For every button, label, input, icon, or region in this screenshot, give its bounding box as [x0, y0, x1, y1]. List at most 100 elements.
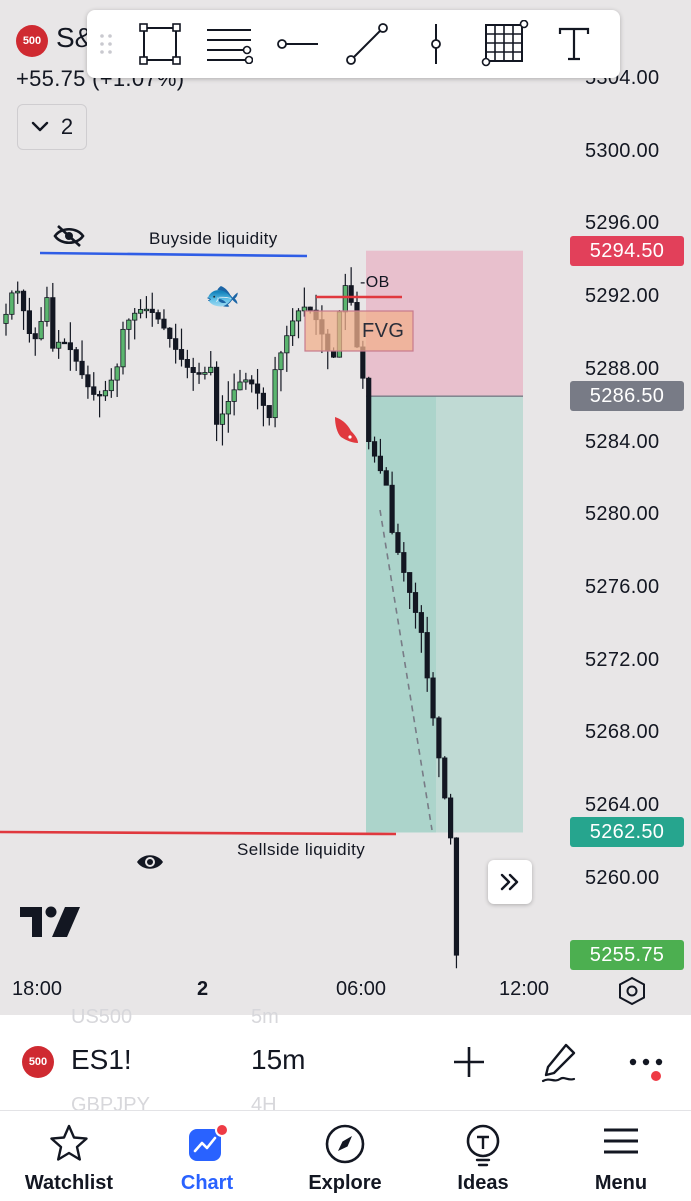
- sellside-liquidity-line: [0, 830, 397, 836]
- rectangle-icon[interactable]: [125, 10, 194, 78]
- grid-icon[interactable]: [470, 10, 539, 78]
- fish-emoji[interactable]: 🐟: [205, 279, 240, 312]
- candle-body: [178, 349, 185, 360]
- candle-body: [190, 367, 196, 373]
- candle-body: [418, 612, 424, 633]
- chart-settings-icon[interactable]: [617, 976, 647, 1006]
- nav-label: Ideas: [457, 1172, 509, 1194]
- nav-item-explore[interactable]: Explore: [276, 1111, 414, 1201]
- interval-selector[interactable]: 15m: [251, 1044, 305, 1076]
- drawing-toolbar: [87, 10, 620, 78]
- nav-label: Chart: [180, 1172, 234, 1194]
- candle-body: [102, 390, 109, 397]
- candle-body: [383, 470, 389, 486]
- vertical-line-icon[interactable]: [401, 10, 470, 78]
- candle-body: [237, 381, 243, 391]
- star-icon: [50, 1124, 88, 1161]
- previous-symbol-ghost: US500: [71, 1006, 133, 1028]
- candle-body: [453, 837, 460, 956]
- shark-icon[interactable]: [331, 413, 361, 447]
- compass-icon: [325, 1124, 365, 1164]
- nav-item-watchlist[interactable]: Watchlist: [0, 1111, 138, 1201]
- bottom-navigation: Watchlist Chart Explore Ideas Menu: [0, 1110, 691, 1201]
- candle-body: [342, 285, 348, 313]
- candle-body: [290, 320, 296, 337]
- candle-body: [395, 532, 401, 553]
- candle-body: [412, 592, 419, 613]
- candle-body: [202, 372, 208, 375]
- candle-body: [348, 285, 354, 303]
- candle-body: [243, 379, 249, 383]
- candle-body: [231, 389, 237, 402]
- candle-body: [3, 313, 9, 324]
- fvg-label[interactable]: FVG: [362, 320, 404, 343]
- time-axis-label: 2: [197, 978, 209, 1000]
- candle-body: [219, 413, 226, 425]
- collapse-indicators-button[interactable]: 2: [17, 104, 87, 150]
- price-axis-label: 5300.00: [585, 139, 660, 162]
- nav-label: Watchlist: [24, 1172, 114, 1194]
- text-icon[interactable]: [539, 10, 608, 78]
- candle-body: [430, 677, 436, 719]
- price-axis-label: 5296.00: [585, 212, 660, 235]
- candle-body: [50, 297, 56, 349]
- entry-price-tag: 5286.50: [570, 381, 684, 412]
- candle-body: [56, 341, 62, 349]
- drag-handle-icon[interactable]: [87, 10, 125, 78]
- symbol-logo[interactable]: 500: [16, 25, 48, 57]
- candle-body: [208, 366, 214, 373]
- candle-body: [371, 441, 378, 457]
- trend-line-icon[interactable]: [332, 10, 401, 78]
- time-axis-label: 06:00: [336, 978, 387, 1000]
- order-block-label[interactable]: -OB: [360, 274, 390, 292]
- price-axis-label: 5284.00: [585, 430, 660, 453]
- stop-price-tag: 5262.50: [570, 817, 684, 848]
- time-axis-label: 12:00: [499, 978, 550, 1000]
- candle-body: [26, 310, 33, 335]
- candle-body: [360, 346, 366, 379]
- candle-body: [389, 484, 395, 533]
- candle-body: [137, 309, 144, 314]
- candle-body: [9, 292, 15, 315]
- symbol-logo[interactable]: 500: [22, 1046, 54, 1078]
- target-price-tag: 5294.50: [570, 235, 684, 266]
- candle-body: [20, 290, 27, 312]
- candle-body: [132, 312, 138, 321]
- nav-item-menu[interactable]: Menu: [552, 1111, 690, 1201]
- buyside-liquidity-line: [39, 251, 308, 258]
- candle-body: [401, 552, 407, 573]
- candle-body: [254, 383, 261, 394]
- eye-off-icon[interactable]: [53, 224, 85, 248]
- sellside-liquidity-label[interactable]: Sellside liquidity: [237, 840, 365, 860]
- candle-body: [32, 333, 38, 340]
- fib-levels-icon[interactable]: [194, 10, 263, 78]
- candle-body: [196, 372, 202, 375]
- candle-body: [73, 349, 79, 362]
- candle-body: [161, 318, 167, 329]
- buyside-liquidity-label[interactable]: Buyside liquidity: [149, 229, 278, 249]
- tradingview-logo-icon: [20, 906, 80, 937]
- candle-body: [85, 374, 91, 388]
- candle-body: [225, 401, 231, 415]
- more-options-icon[interactable]: [628, 1055, 666, 1083]
- candle-body: [377, 455, 384, 472]
- horizontal-ray-icon[interactable]: [263, 10, 332, 78]
- candle-body: [97, 394, 103, 397]
- price-axis-label: 5280.00: [585, 503, 660, 526]
- expand-button[interactable]: [488, 860, 532, 904]
- drawing-brush-icon[interactable]: [540, 1041, 580, 1083]
- nav-item-chart[interactable]: Chart: [138, 1111, 276, 1201]
- eye-icon[interactable]: [135, 852, 165, 872]
- chart-area[interactable]: 5304.00 5300.00 5296.00 5292.00 5288.00 …: [0, 0, 691, 1015]
- add-icon[interactable]: [452, 1045, 486, 1079]
- nav-item-ideas[interactable]: Ideas: [414, 1111, 552, 1201]
- candle-body: [260, 392, 267, 406]
- chevron-down-icon: [31, 121, 49, 132]
- candle-body: [424, 632, 430, 679]
- time-axis-label: 18:00: [12, 978, 63, 1000]
- candle-body: [126, 319, 132, 330]
- symbol-name[interactable]: ES1!: [71, 1044, 132, 1076]
- price-axis-label: 5260.00: [585, 866, 660, 889]
- price-axis-label: 5276.00: [585, 576, 660, 599]
- candle-body: [155, 312, 161, 320]
